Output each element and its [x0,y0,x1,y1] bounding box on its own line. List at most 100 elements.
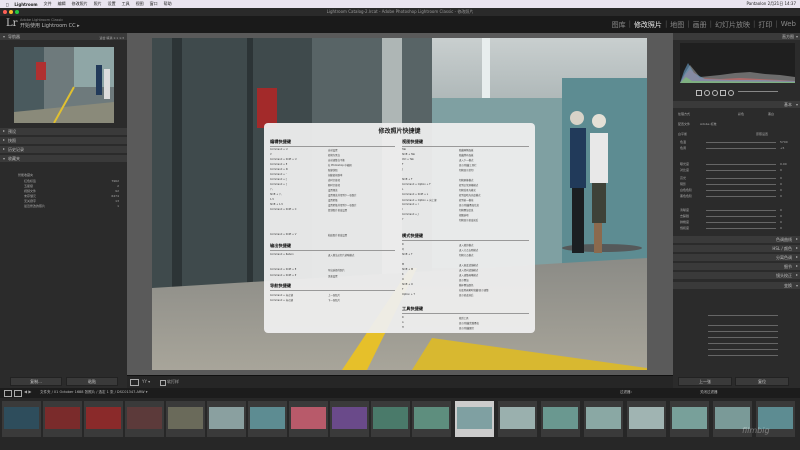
history-header[interactable]: 历史记录 [0,146,127,153]
module-map[interactable]: 地图 [670,20,684,30]
menu-help[interactable]: 帮助 [164,1,172,7]
navigator-header[interactable]: 导航器 适合 填满 1:1 1:3 [0,33,127,40]
radial-filter-icon[interactable] [728,90,734,96]
close-icon[interactable] [3,10,7,14]
filmstrip-thumbnail[interactable] [289,401,328,437]
copy-button[interactable]: 复制... [10,377,62,386]
lens-corrections-header[interactable]: 镜头校正 [673,272,800,279]
transform-header[interactable]: 变换 [673,282,800,289]
white-balance-dropdown[interactable]: 原照设置 [756,132,768,136]
filmstrip-thumbnail[interactable] [125,401,164,437]
filmstrip-thumbnail[interactable] [584,401,623,437]
list-item[interactable]: 五星级 2 [24,184,119,188]
menu-file[interactable]: 文件 [44,1,52,7]
softproof-checkbox[interactable] [160,380,166,386]
red-eye-icon[interactable] [712,90,718,96]
paste-button[interactable]: 粘贴 [66,377,118,386]
shadows-slider[interactable] [706,184,776,185]
exposure-slider[interactable] [706,164,776,165]
menu-edit[interactable]: 编辑 [58,1,66,7]
list-item[interactable]: 视频文件 92 [24,189,119,193]
reset-button[interactable]: 复位 [735,377,789,386]
treatment-color-option[interactable]: 彩色 [738,112,744,116]
list-item[interactable]: 最近修改的照片 1 [24,204,119,208]
filmstrip-thumbnail-selected[interactable] [455,401,494,437]
filmstrip-thumbnail[interactable] [84,401,123,437]
menu-app[interactable]: Lightroom [14,2,37,7]
filmstrip-thumbnail[interactable] [207,401,246,437]
temperature-slider[interactable] [706,142,776,143]
filmstrip-thumbnail[interactable] [248,401,287,437]
menu-view[interactable]: 视图 [136,1,144,7]
menu-window[interactable]: 窗口 [150,1,158,7]
left-panel: 导航器 适合 填满 1:1 1:3 预设 快照 历史记录 收藏夹 智能收藏夹 红… [0,33,127,388]
navigator-preview[interactable] [14,47,114,123]
zoom-icon[interactable] [15,10,19,14]
filmstrip-thumbnail[interactable] [627,401,666,437]
filter-dropdown[interactable]: 关闭过滤器 [700,390,718,395]
module-book[interactable]: 画册 [693,20,707,30]
split-toning-header[interactable]: 分离色调 [673,254,800,261]
list-item[interactable]: 未存储元 6474 [24,194,119,198]
list-item[interactable]: 无关键字 13 [24,199,119,203]
filmstrip-thumbnail[interactable] [330,401,369,437]
treatment-bw-option[interactable]: 黑白 [768,112,774,116]
whites-slider[interactable] [706,190,776,191]
brush-icon[interactable] [738,91,778,92]
previous-button[interactable]: 上一张 [678,377,732,386]
menu-settings[interactable]: 设置 [108,1,116,7]
saturation-slider[interactable] [706,228,776,229]
presets-header[interactable]: 预设 [0,128,127,135]
dehaze-slider[interactable] [706,216,776,217]
shortcuts-overlay[interactable]: 修改照片快捷键 编辑快捷键 Command + U 自动设置 V 转换为黑白 Com… [264,123,535,333]
minimize-icon[interactable] [9,10,13,14]
module-web[interactable]: Web [781,20,796,30]
nav-arrows-icon[interactable]: ◀ ▶ [24,389,31,394]
get-started-link[interactable]: 开始使用 Lightroom CC ▸ [20,22,80,29]
module-develop[interactable]: 修改照片 [634,20,662,30]
list-item[interactable]: 红色标签 7962 [24,179,119,183]
before-after-icon[interactable]: YY ▾ [142,379,150,384]
hsl-header[interactable]: HSL / 颜色 [673,245,800,252]
menu-develop[interactable]: 修改照片 [72,1,88,7]
second-window-icon[interactable] [14,390,22,397]
filmstrip-thumbnail[interactable] [43,401,82,437]
filmstrip-thumbnail[interactable] [498,401,537,437]
detail-header[interactable]: 细节 [673,263,800,270]
snapshots-header[interactable]: 快照 [0,137,127,144]
basic-header[interactable]: 基本 [673,101,800,108]
module-slideshow[interactable]: 幻灯片放映 [715,20,750,30]
module-print[interactable]: 打印 [758,20,772,30]
graduated-filter-icon[interactable] [720,90,726,96]
filmstrip-source[interactable]: 文件夹 / 01 October 1688 张照片 / 选定 1 张 / DSC… [40,390,148,395]
blacks-slider[interactable] [706,196,776,197]
histogram-header[interactable]: 直方图 [673,33,800,40]
histogram[interactable] [680,43,795,83]
list-item[interactable]: 智能收藏夹 [18,173,33,177]
navigator-zoom-options[interactable]: 适合 填满 1:1 1:3 [99,35,124,42]
view-shortcuts-heading: 视图快捷键 [402,139,423,144]
filmstrip-thumbnail[interactable] [371,401,410,437]
profile-dropdown[interactable]: Adobe 标准 [700,122,716,126]
filmstrip-thumbnail[interactable] [412,401,451,437]
apple-icon[interactable]:  [6,2,8,7]
highlights-slider[interactable] [706,178,776,179]
filmstrip-thumbnail[interactable] [670,401,709,437]
menu-tools[interactable]: 工具 [122,1,130,7]
vibrance-slider[interactable] [706,222,776,223]
spot-removal-icon[interactable] [704,90,710,96]
filmstrip-thumbnail[interactable] [2,401,41,437]
tone-curve-header[interactable]: 色调曲线 [673,236,800,243]
crop-tool-icon[interactable] [696,90,702,96]
filmstrip-thumbnail[interactable] [541,401,580,437]
grid-view-icon[interactable] [4,390,12,397]
clarity-slider[interactable] [706,210,776,211]
contrast-slider[interactable] [706,170,776,171]
filmstrip-thumbnail[interactable] [166,401,205,437]
softproof-label: 软打样 [167,379,179,384]
loupe-view-icon[interactable] [130,379,139,386]
menu-photo[interactable]: 照片 [94,1,102,7]
tint-slider[interactable] [706,148,776,149]
collections-header[interactable]: 收藏夹 [0,155,127,162]
module-library[interactable]: 图库 [612,20,626,30]
